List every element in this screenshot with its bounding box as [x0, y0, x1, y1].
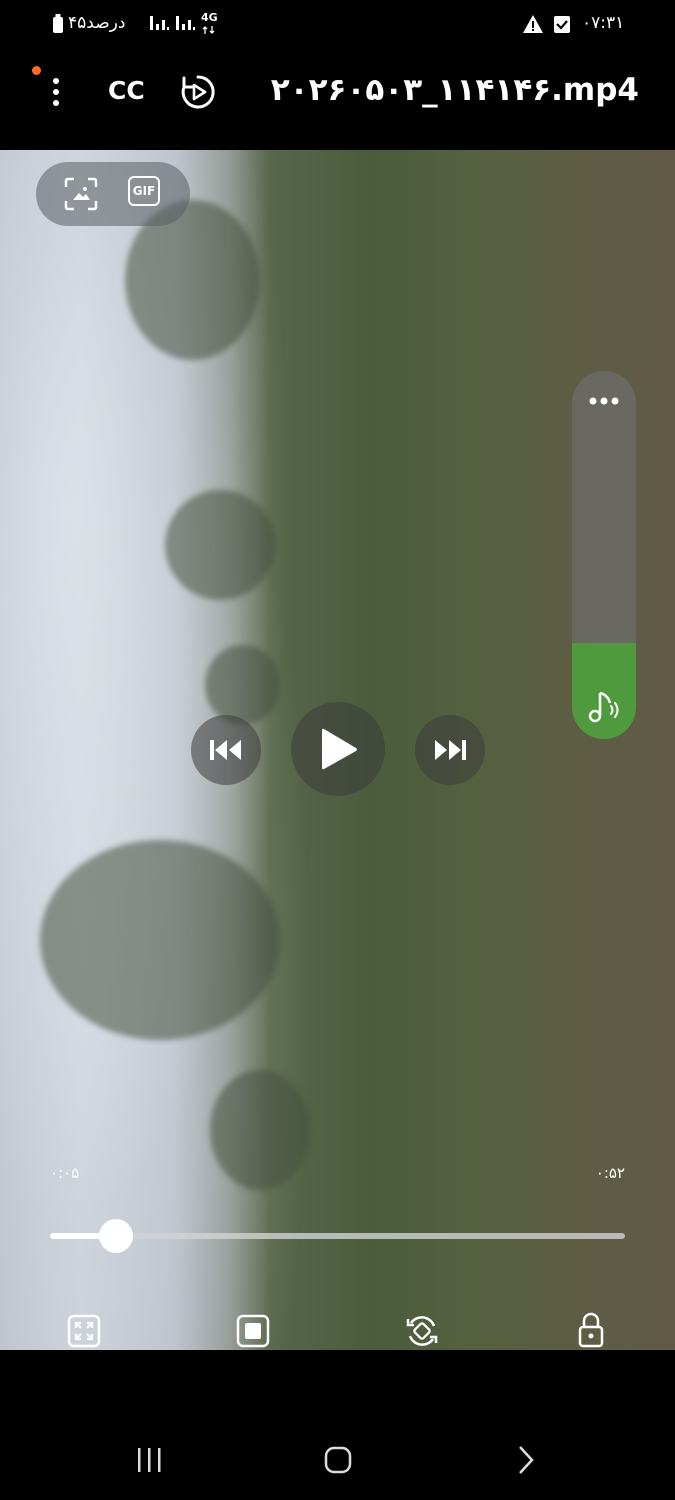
home-nav-icon[interactable]: [322, 1444, 354, 1476]
clock: ۰۷:۳۱: [582, 13, 625, 33]
captions-button[interactable]: CC: [108, 76, 145, 105]
battery-text: ۴۵درصد: [68, 13, 126, 33]
volume-music-icon: [588, 691, 619, 723]
network-type: 4G: [201, 11, 218, 24]
next-button[interactable]: [415, 715, 485, 785]
clipboard-check-icon: [554, 16, 570, 33]
lock-icon[interactable]: [577, 1311, 605, 1349]
seek-thumb[interactable]: [99, 1219, 134, 1253]
seek-bar[interactable]: [50, 1233, 625, 1239]
tree-silhouette: [40, 840, 280, 1040]
tree-silhouette: [205, 645, 280, 725]
total-duration: ۰:۵۲: [595, 1164, 625, 1182]
elapsed-time: ۰:۰۵: [50, 1164, 80, 1182]
popup-play-icon[interactable]: [180, 74, 216, 110]
back-nav-icon[interactable]: [514, 1444, 538, 1476]
capture-toolbar: [36, 162, 190, 226]
tree-silhouette: [210, 1070, 310, 1190]
gif-button[interactable]: GIF: [128, 176, 160, 206]
volume-slider[interactable]: [572, 371, 636, 739]
video-title: ۲۰۲۶۰۵۰۳_۱۱۴۱۴۶.mp4: [270, 72, 639, 108]
fullscreen-icon[interactable]: [67, 1314, 101, 1348]
signal-icon: [176, 16, 195, 30]
rotate-icon[interactable]: [404, 1313, 440, 1349]
skip-previous-icon: [210, 740, 241, 760]
capture-image-icon[interactable]: [64, 177, 98, 211]
popup-view-icon[interactable]: [236, 1314, 270, 1348]
data-arrows-icon: [202, 26, 215, 34]
recents-nav-icon[interactable]: [134, 1444, 164, 1476]
more-dots-icon[interactable]: [587, 389, 621, 413]
battery-icon: [53, 14, 63, 33]
warning-icon: [523, 15, 543, 33]
tree-silhouette: [165, 490, 275, 600]
play-icon: [322, 728, 357, 770]
notification-dot: [32, 66, 41, 75]
more-options-icon[interactable]: [48, 76, 64, 108]
play-button[interactable]: [291, 702, 385, 796]
signal-icon: [150, 16, 169, 30]
previous-button[interactable]: [191, 715, 261, 785]
skip-next-icon: [435, 740, 466, 760]
status-bar: ۴۵درصد 4G ۰۷:۳۱: [0, 0, 675, 50]
